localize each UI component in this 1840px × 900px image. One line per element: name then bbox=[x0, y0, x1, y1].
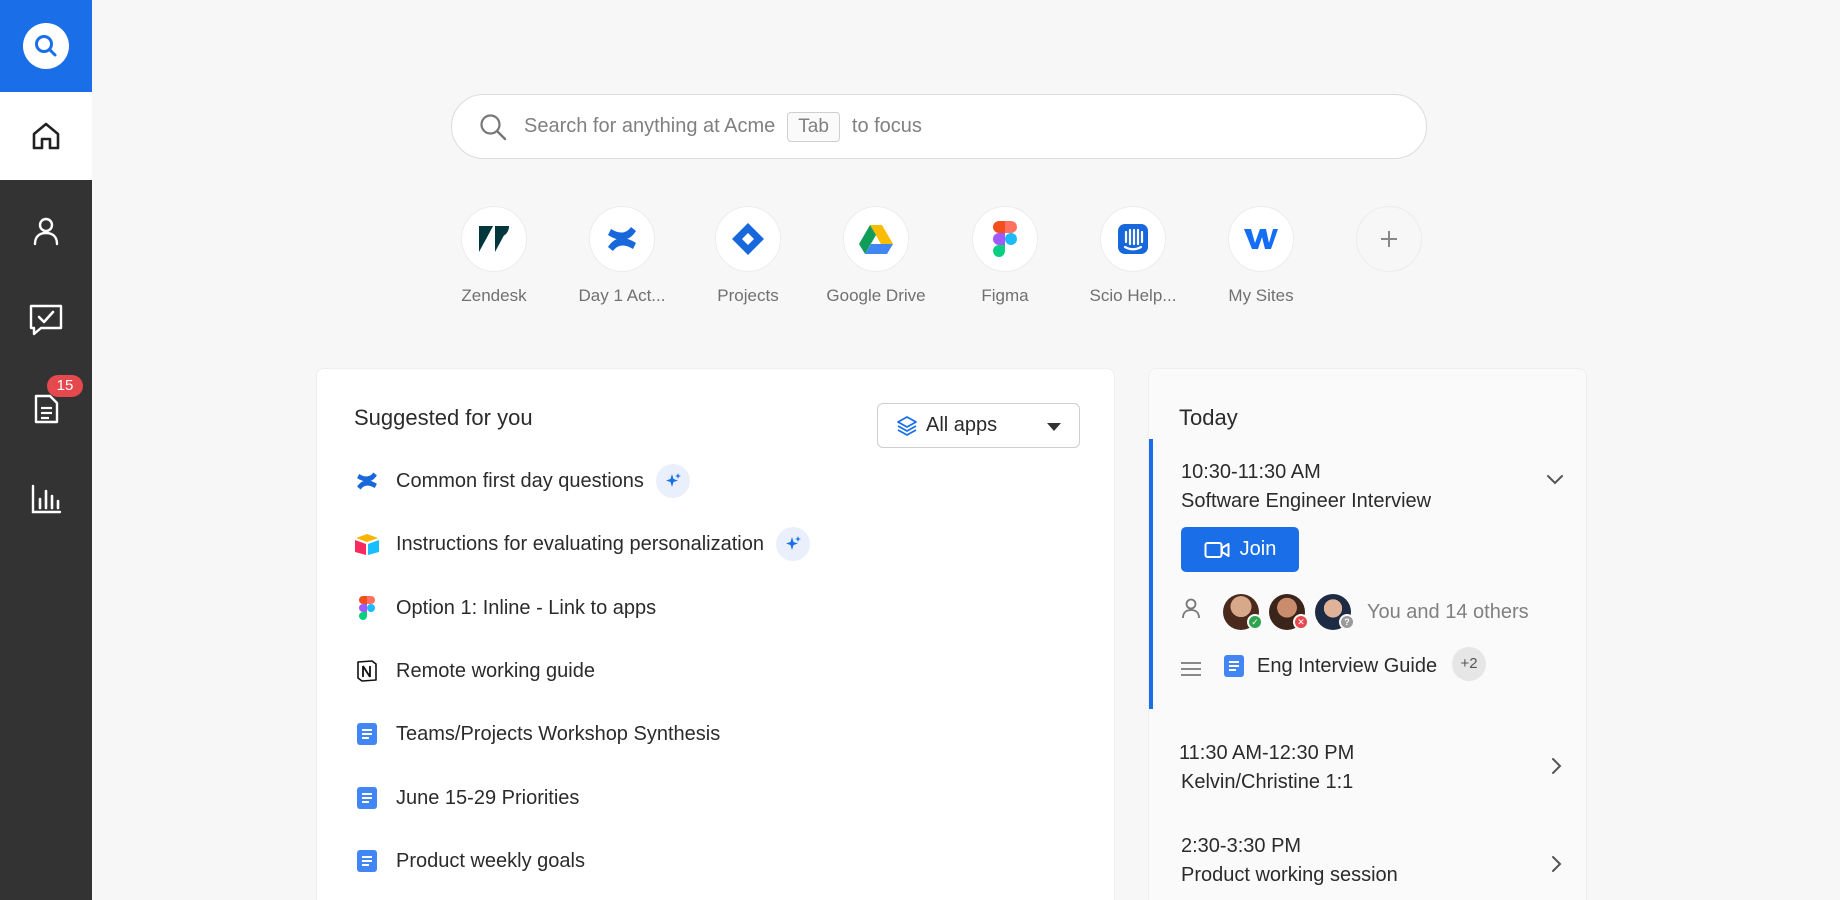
google-docs-icon bbox=[1224, 655, 1244, 677]
google-drive-icon bbox=[859, 225, 893, 254]
zendesk-icon bbox=[479, 226, 509, 252]
unknown-status-icon: ? bbox=[1339, 614, 1355, 630]
add-app-button[interactable] bbox=[1325, 206, 1453, 272]
event-title[interactable]: Product working session bbox=[1181, 864, 1398, 887]
sidebar-item-documents[interactable]: 15 bbox=[0, 365, 92, 453]
search-icon bbox=[478, 111, 510, 143]
app-shortcut-confluence[interactable]: Day 1 Act... bbox=[558, 206, 686, 306]
event-time: 2:30-3:30 PM bbox=[1181, 835, 1302, 857]
suggested-item[interactable]: Option 1: Inline - Link to apps bbox=[354, 591, 656, 625]
app-shortcut-google-drive[interactable]: Google Drive bbox=[812, 206, 940, 306]
person-icon bbox=[33, 217, 59, 246]
google-docs-icon bbox=[357, 787, 377, 809]
sidebar-item-people[interactable] bbox=[0, 187, 92, 275]
document-icon bbox=[34, 394, 59, 424]
suggested-item[interactable]: Common first day questions bbox=[354, 464, 690, 498]
chat-check-icon bbox=[29, 304, 63, 336]
event-time: 10:30-11:30 AM bbox=[1181, 461, 1321, 483]
suggested-item[interactable]: Product weekly goals bbox=[354, 844, 585, 878]
event-title[interactable]: Kelvin/Christine 1:1 bbox=[1181, 771, 1353, 794]
chevron-down-icon bbox=[1047, 423, 1061, 431]
google-docs-icon bbox=[357, 850, 377, 872]
figma-icon bbox=[993, 221, 1017, 257]
intercom-icon bbox=[1118, 224, 1148, 254]
linked-doc[interactable]: Eng Interview Guide bbox=[1223, 651, 1437, 681]
accepted-icon: ✓ bbox=[1247, 614, 1263, 630]
jira-icon bbox=[732, 223, 764, 255]
ai-sparkle-icon bbox=[776, 527, 810, 561]
search-bar[interactable]: Search for anything at Acme Tab to focus bbox=[451, 94, 1427, 159]
suggested-item[interactable]: Instructions for evaluating personalizat… bbox=[354, 527, 810, 561]
suggested-item[interactable]: June 15-29 Priorities bbox=[354, 781, 579, 815]
app-shortcut-zendesk[interactable]: Zendesk bbox=[430, 206, 558, 306]
app-shortcut-scio-help[interactable]: Scio Help... bbox=[1069, 206, 1197, 306]
chevron-right-icon[interactable] bbox=[1550, 855, 1562, 873]
doc-label: Eng Interview Guide bbox=[1257, 654, 1438, 677]
filter-label: All apps bbox=[926, 414, 998, 436]
join-button[interactable]: Join bbox=[1181, 527, 1299, 572]
confluence-icon bbox=[357, 472, 377, 490]
sidebar-item-home[interactable] bbox=[0, 92, 92, 180]
tab-key-hint: Tab bbox=[787, 111, 840, 142]
current-event-indicator bbox=[1149, 439, 1153, 709]
search-placeholder-suffix: to focus bbox=[851, 115, 922, 137]
menu-lines-icon bbox=[1181, 662, 1201, 676]
attendees-text: You and 14 others bbox=[1367, 601, 1529, 623]
notification-badge: 15 bbox=[47, 375, 83, 397]
person-icon bbox=[1182, 598, 1200, 619]
suggested-title: Suggested for you bbox=[354, 405, 533, 430]
event-title[interactable]: Software Engineer Interview bbox=[1181, 490, 1431, 513]
webflow-icon bbox=[1244, 229, 1278, 249]
suggested-item[interactable]: Remote working guide bbox=[354, 654, 595, 688]
home-icon bbox=[32, 122, 60, 150]
chevron-right-icon[interactable] bbox=[1550, 757, 1562, 775]
suggested-card: Suggested for you All apps Common first … bbox=[316, 368, 1115, 900]
confluence-icon bbox=[608, 227, 636, 251]
app-shortcut-figma[interactable]: Figma bbox=[941, 206, 1069, 306]
today-card: Today 10:30-11:30 AM Software Engineer I… bbox=[1148, 368, 1587, 900]
bar-chart-icon bbox=[31, 484, 62, 514]
sidebar-item-tasks[interactable] bbox=[0, 276, 92, 364]
plus-icon bbox=[1381, 231, 1397, 247]
search-placeholder: Search for anything at Acme bbox=[524, 115, 776, 137]
sidebar-logo-button[interactable] bbox=[0, 0, 92, 92]
notion-icon bbox=[357, 660, 377, 682]
app-filter-dropdown[interactable]: All apps bbox=[877, 403, 1080, 448]
airtable-icon bbox=[355, 534, 379, 555]
layers-icon bbox=[897, 415, 917, 436]
chevron-down-icon[interactable] bbox=[1546, 473, 1564, 485]
event-time: 11:30 AM-12:30 PM bbox=[1179, 742, 1355, 764]
video-camera-icon bbox=[1204, 541, 1230, 558]
suggested-item[interactable]: Teams/Projects Workshop Synthesis bbox=[354, 717, 720, 751]
figma-icon bbox=[359, 596, 375, 620]
app-shortcut-projects[interactable]: Projects bbox=[684, 206, 812, 306]
more-docs-badge[interactable]: +2 bbox=[1452, 647, 1486, 681]
today-title: Today bbox=[1179, 405, 1238, 430]
declined-icon: ✕ bbox=[1293, 614, 1309, 630]
search-logo-icon bbox=[23, 23, 69, 69]
sidebar: 15 bbox=[0, 0, 92, 900]
app-shortcut-my-sites[interactable]: My Sites bbox=[1197, 206, 1325, 306]
sidebar-item-analytics[interactable] bbox=[0, 455, 92, 543]
google-docs-icon bbox=[357, 723, 377, 745]
ai-sparkle-icon bbox=[655, 464, 690, 498]
